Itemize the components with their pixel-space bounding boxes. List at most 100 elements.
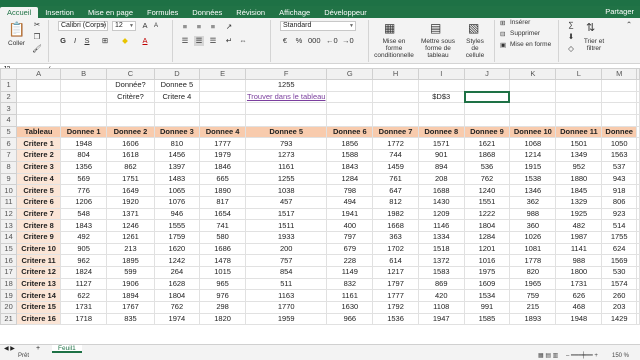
cell[interactable]: 1628 xyxy=(153,277,201,291)
cell[interactable] xyxy=(555,90,603,104)
cell[interactable]: 1974 xyxy=(153,312,201,326)
increase-font-icon[interactable]: A xyxy=(140,21,150,31)
cell[interactable]: 200 xyxy=(244,242,328,256)
cell[interactable]: 762 xyxy=(463,172,511,186)
cell[interactable] xyxy=(106,102,155,116)
cell[interactable]: 1731 xyxy=(555,277,603,291)
cell[interactable]: 1081 xyxy=(509,242,557,256)
row-header[interactable]: 1 xyxy=(0,79,18,92)
row-header[interactable]: 14 xyxy=(0,230,18,244)
cell[interactable]: 1755 xyxy=(601,230,637,244)
cell[interactable]: 536 xyxy=(463,160,511,174)
cell[interactable] xyxy=(199,102,246,116)
cell[interactable]: 1284 xyxy=(326,172,374,186)
cell[interactable] xyxy=(636,195,640,209)
cell[interactable]: 1255 xyxy=(244,172,328,186)
cell[interactable]: 1127 xyxy=(59,277,108,291)
cell[interactable]: 1982 xyxy=(372,207,419,221)
cell[interactable]: Donnée? xyxy=(106,79,155,92)
cell[interactable] xyxy=(326,102,374,116)
row-header[interactable]: 8 xyxy=(0,160,18,174)
cell[interactable]: 1894 xyxy=(106,289,155,303)
cell[interactable]: Donnee xyxy=(601,125,637,139)
row-header[interactable]: 19 xyxy=(0,289,18,303)
cell[interactable]: 1947 xyxy=(417,312,465,326)
cell[interactable] xyxy=(636,219,640,232)
cell[interactable]: 1255 xyxy=(244,79,328,92)
cell[interactable]: 894 xyxy=(417,160,465,174)
cell[interactable]: 1583 xyxy=(417,266,465,279)
cell[interactable] xyxy=(59,102,108,116)
underline-icon[interactable]: S xyxy=(82,36,92,46)
cell[interactable]: 1588 xyxy=(326,149,374,162)
cell[interactable] xyxy=(59,114,108,127)
cell[interactable]: 1948 xyxy=(59,137,108,151)
cell[interactable]: 665 xyxy=(199,172,246,186)
cell[interactable]: 1149 xyxy=(326,266,374,279)
cell[interactable]: 1201 xyxy=(463,242,511,256)
cell[interactable]: 1686 xyxy=(199,242,246,256)
cell[interactable]: 622 xyxy=(59,289,108,303)
currency-icon[interactable]: € xyxy=(280,36,290,46)
row-header[interactable]: 15 xyxy=(0,242,18,256)
merge-center-icon[interactable]: ⇔ xyxy=(238,36,248,46)
cell[interactable]: 1372 xyxy=(417,254,465,267)
cell[interactable]: 965 xyxy=(199,277,246,291)
cell[interactable]: Critere 4 xyxy=(153,90,201,104)
cell[interactable] xyxy=(636,301,640,314)
cell[interactable] xyxy=(601,90,637,104)
cell[interactable]: 776 xyxy=(59,184,108,197)
cell[interactable]: 360 xyxy=(509,219,557,232)
cell[interactable]: Donnee 6 xyxy=(326,125,374,139)
cell[interactable]: 1797 xyxy=(372,277,419,291)
cell[interactable]: 1906 xyxy=(106,277,155,291)
cell[interactable]: Critere 2 xyxy=(16,149,61,162)
cell[interactable]: 1843 xyxy=(326,160,374,174)
cell[interactable]: Donnee 10 xyxy=(509,125,557,139)
cell[interactable]: 1050 xyxy=(601,137,637,151)
cell[interactable]: 1843 xyxy=(59,219,108,232)
cell[interactable] xyxy=(326,90,374,104)
cell[interactable]: Critere 12 xyxy=(16,266,61,279)
cell[interactable]: 482 xyxy=(555,219,603,232)
cell[interactable]: Donnee 9 xyxy=(463,125,511,139)
cell[interactable]: 1893 xyxy=(509,312,557,326)
cell[interactable]: 812 xyxy=(372,195,419,209)
tab-2[interactable]: Mise en page xyxy=(81,7,140,18)
cell[interactable]: 1800 xyxy=(555,266,603,279)
cell[interactable]: 1731 xyxy=(59,301,108,314)
cell[interactable]: 1430 xyxy=(417,195,465,209)
row-header[interactable]: 10 xyxy=(0,184,18,197)
cell[interactable]: 626 xyxy=(555,289,603,303)
cell[interactable] xyxy=(326,114,374,127)
cell[interactable] xyxy=(601,102,637,116)
cell[interactable]: 1222 xyxy=(463,207,511,221)
cell[interactable]: 1569 xyxy=(601,254,637,267)
cell[interactable]: 1511 xyxy=(244,219,328,232)
fill-color-icon[interactable]: ◆ xyxy=(120,36,130,46)
cell[interactable] xyxy=(636,289,640,303)
cell[interactable]: 1856 xyxy=(326,137,374,151)
column-header[interactable]: F xyxy=(244,68,328,80)
cell[interactable]: 1076 xyxy=(153,195,201,209)
column-header[interactable]: D xyxy=(153,68,201,80)
cell[interactable] xyxy=(636,312,640,326)
cell[interactable]: 548 xyxy=(59,207,108,221)
cell[interactable] xyxy=(199,114,246,127)
align-bottom-icon[interactable]: ≡ xyxy=(208,22,218,32)
tab-5[interactable]: Révision xyxy=(229,7,272,18)
font-color-icon[interactable]: A xyxy=(140,36,150,46)
cell[interactable]: 1206 xyxy=(59,195,108,209)
cell[interactable]: 923 xyxy=(601,207,637,221)
row-header[interactable]: 2 xyxy=(0,90,18,104)
cell[interactable]: 817 xyxy=(199,195,246,209)
cell[interactable]: 1146 xyxy=(417,219,465,232)
cell[interactable] xyxy=(636,266,640,279)
cell[interactable]: 1688 xyxy=(417,184,465,197)
cell[interactable]: 1478 xyxy=(199,254,246,267)
cell[interactable] xyxy=(601,114,637,127)
cell[interactable]: Critere 1 xyxy=(16,137,61,151)
conditional-format-button[interactable]: Mise en forme conditionnelle xyxy=(374,38,414,59)
cell[interactable]: 614 xyxy=(372,254,419,267)
cell[interactable]: Critere 5 xyxy=(16,184,61,197)
